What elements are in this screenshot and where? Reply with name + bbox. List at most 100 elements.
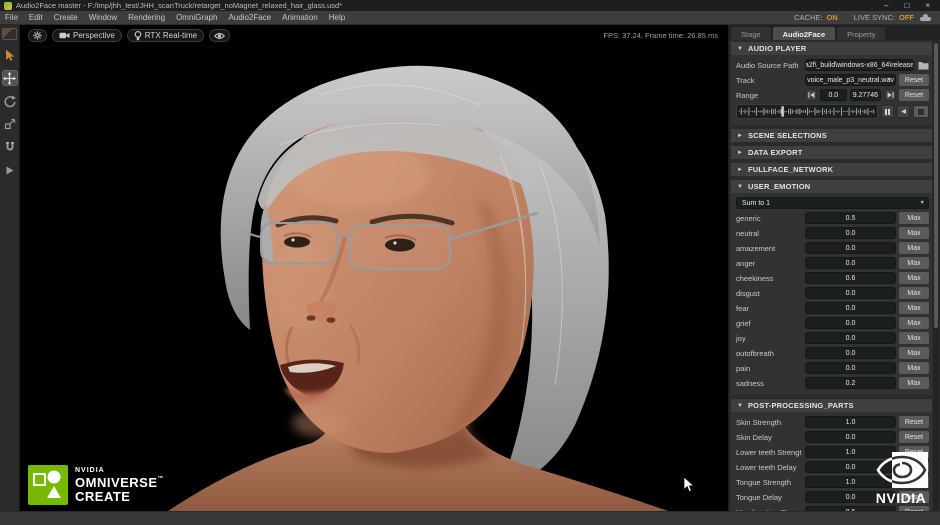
window-title: Audio2Face master - F:/tmp/jhh_test/JHH_…	[16, 1, 343, 10]
emotion-generic-button[interactable]: Max	[899, 212, 929, 224]
cache-toggle[interactable]: ON	[826, 13, 837, 22]
panel-scrollbar[interactable]	[933, 41, 939, 510]
rotate-tool[interactable]	[2, 93, 18, 109]
range-end-field[interactable]: 9.27746	[849, 89, 881, 101]
emotion-mode-dropdown[interactable]: Sum to 1 ▼	[736, 197, 929, 209]
cloud-icon[interactable]	[920, 14, 931, 21]
range-start-field[interactable]: 0.0	[820, 89, 847, 101]
postproc-skin-delay-slider[interactable]: 0.0	[805, 431, 896, 443]
camera-menu-button[interactable]: Perspective	[52, 29, 122, 42]
play-tool[interactable]	[2, 162, 18, 178]
visibility-menu-button[interactable]	[209, 29, 231, 42]
skip-to-end-icon[interactable]	[884, 89, 896, 101]
minimize-button[interactable]: –	[884, 1, 888, 11]
audio-player-header[interactable]: ▼ AUDIO PLAYER	[731, 42, 932, 55]
scene-selections-header[interactable]: ► SCENE SELECTIONS	[731, 129, 932, 142]
emotion-disgust-slider[interactable]: 0.0	[805, 287, 896, 299]
brand-line1: NVIDIA	[75, 467, 105, 474]
rewind-button[interactable]: ◀	[897, 105, 910, 118]
viewport-thumbnail[interactable]	[2, 28, 17, 40]
live-sync-toggle[interactable]: OFF	[899, 13, 914, 22]
emotion-fear-button[interactable]: Max	[899, 302, 929, 314]
emotion-label: amazement	[736, 243, 776, 253]
emotion-fear-slider[interactable]: 0.0	[805, 302, 896, 314]
menu-file[interactable]: File	[5, 13, 18, 22]
emotion-anger-button[interactable]: Max	[899, 257, 929, 269]
menu-animation[interactable]: Animation	[282, 13, 318, 22]
postproc-value: 0.0	[845, 493, 856, 501]
postproc-skin-strength-button[interactable]: Reset	[899, 416, 929, 428]
emotion-amazement-slider[interactable]: 0.0	[805, 242, 896, 254]
emotion-value: 0.0	[845, 334, 856, 342]
folder-icon[interactable]	[917, 59, 929, 71]
data-export-header[interactable]: ► DATA EXPORT	[731, 146, 932, 159]
emotion-amazement-row: amazement 0.0 Max	[736, 242, 929, 254]
brand-line2: OMNIVERSE	[75, 475, 158, 490]
postproc-skin-strength-slider[interactable]: 1.0	[805, 416, 896, 428]
scale-tool[interactable]	[2, 116, 18, 132]
emotion-outofbreath-slider[interactable]: 0.0	[805, 347, 896, 359]
emotion-neutral-button[interactable]: Max	[899, 227, 929, 239]
menu-rendering[interactable]: Rendering	[128, 13, 165, 22]
emotion-value: 0.0	[845, 244, 856, 252]
menu-omnigraph[interactable]: OmniGraph	[176, 13, 217, 22]
emotion-pain-button[interactable]: Max	[899, 362, 929, 374]
audio-source-path-field[interactable]: f:\a2f\_build\windows-x86_64\release\e	[805, 59, 914, 71]
tab-stage[interactable]: Stage	[731, 27, 771, 40]
eye-icon	[214, 32, 226, 39]
emotion-grief-slider[interactable]: 0.0	[805, 317, 896, 329]
emotion-pain-slider[interactable]: 0.0	[805, 362, 896, 374]
emotion-generic-slider[interactable]: 0.5	[805, 212, 896, 224]
emotion-grief-button[interactable]: Max	[899, 317, 929, 329]
track-reset-button[interactable]: Reset	[899, 74, 929, 86]
range-reset-button[interactable]: Reset	[899, 89, 929, 101]
emotion-label: cheekiness	[736, 273, 774, 283]
audio-timeline-scrubber[interactable]	[736, 104, 878, 119]
record-button[interactable]	[913, 105, 929, 118]
emotion-outofbreath-button[interactable]: Max	[899, 347, 929, 359]
emotion-anger-slider[interactable]: 0.0	[805, 257, 896, 269]
maximize-button[interactable]: □	[904, 1, 909, 11]
viewport-3d[interactable]: Perspective RTX Real-time FPS: 37.24, Fr…	[20, 25, 728, 511]
postproc-head-motion-strength-slider[interactable]: 0.5	[805, 506, 896, 511]
scrollbar-thumb[interactable]	[934, 43, 938, 328]
menu-create[interactable]: Create	[54, 13, 78, 22]
skip-to-start-icon[interactable]	[805, 89, 817, 101]
emotion-sadness-button[interactable]: Max	[899, 377, 929, 389]
section-title: SCENE SELECTIONS	[747, 131, 827, 140]
snap-tool-icon	[4, 141, 16, 153]
tab-audio2face[interactable]: Audio2Face	[772, 27, 836, 40]
emotion-joy-slider[interactable]: 0.0	[805, 332, 896, 344]
menu-window[interactable]: Window	[89, 13, 117, 22]
emotion-joy-button[interactable]: Max	[899, 332, 929, 344]
menu-edit[interactable]: Edit	[29, 13, 43, 22]
viewport-settings-button[interactable]	[28, 29, 47, 42]
emotion-amazement-button[interactable]: Max	[899, 242, 929, 254]
select-tool[interactable]	[2, 47, 18, 63]
emotion-value: 0.0	[845, 289, 856, 297]
postproc-skin-strength-row: Skin Strength 1.0 Reset	[736, 416, 929, 428]
pause-button[interactable]	[881, 105, 894, 118]
postproc-skin-delay-button[interactable]: Reset	[899, 431, 929, 443]
user-emotion-header[interactable]: ▼ USER_EMOTION	[731, 180, 932, 193]
menu-help[interactable]: Help	[329, 13, 345, 22]
fullface-network-header[interactable]: ► FULLFACE_NETWORK	[731, 163, 932, 176]
renderer-menu-button[interactable]: RTX Real-time	[126, 29, 205, 42]
move-tool[interactable]	[1, 70, 18, 86]
chevron-down-icon: ▼	[886, 77, 892, 83]
emotion-neutral-slider[interactable]: 0.0	[805, 227, 896, 239]
emotion-sadness-slider[interactable]: 0.2	[805, 377, 896, 389]
fps-readout: FPS: 37.24, Frame time: 26.85 ms	[603, 31, 718, 40]
postproc-label: Tongue Strength	[736, 477, 792, 487]
right-panel: Stage Audio2Face Property ▼ AUDIO PLAYER A…	[728, 25, 940, 511]
close-button[interactable]: ×	[925, 1, 930, 11]
postproc-head-motion-strength-button[interactable]: Reset	[899, 506, 929, 511]
tab-property[interactable]: Property	[837, 27, 886, 40]
snap-tool[interactable]	[2, 139, 18, 155]
post-processing-header[interactable]: ▼ POST-PROCESSING_PARTS	[731, 399, 932, 412]
emotion-cheekiness-button[interactable]: Max	[899, 272, 929, 284]
emotion-disgust-button[interactable]: Max	[899, 287, 929, 299]
track-dropdown[interactable]: voice_male_p3_neutral.wav ▼	[805, 74, 896, 86]
emotion-cheekiness-slider[interactable]: 0.6	[805, 272, 896, 284]
menu-audio2face[interactable]: Audio2Face	[228, 13, 271, 22]
